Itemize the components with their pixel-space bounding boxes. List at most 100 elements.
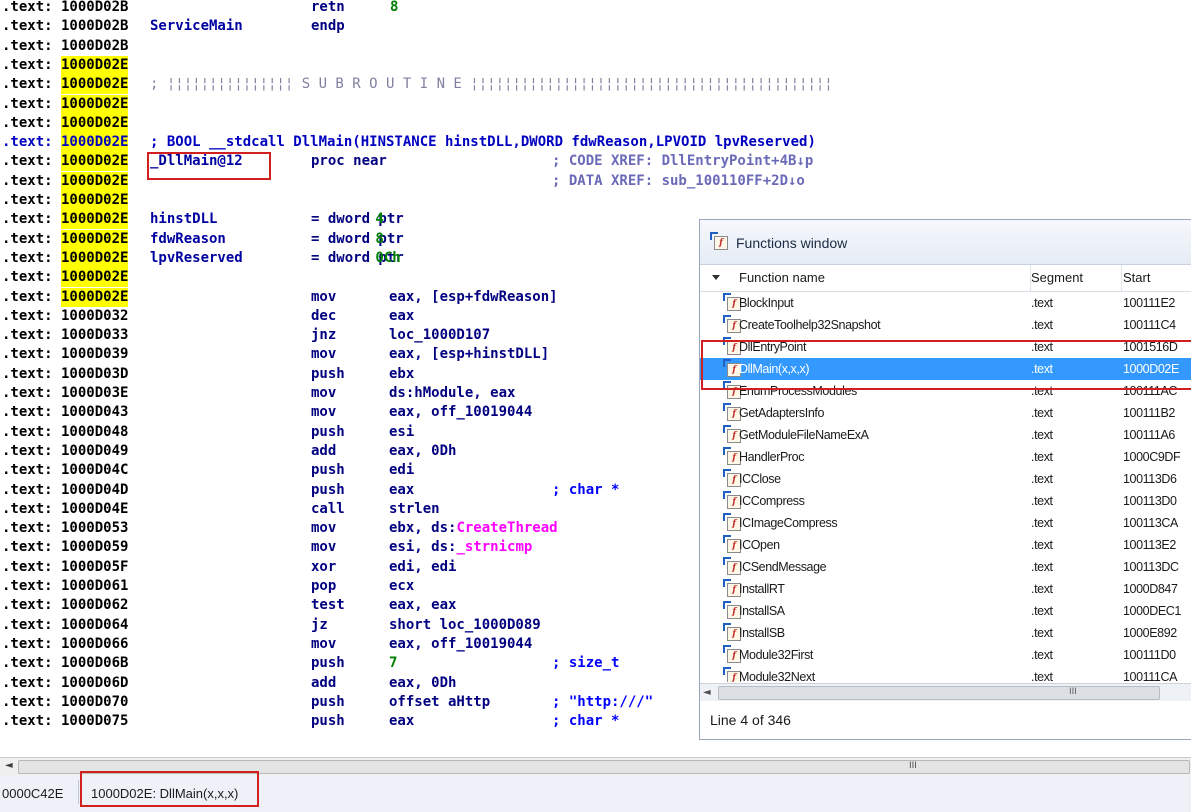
scroll-left-icon[interactable]: ◄	[703, 687, 711, 698]
function-row[interactable]: f ICClose .text 100113D6	[700, 468, 1191, 490]
address: 1000D05F	[61, 558, 129, 575]
line-count-text: Line 4 of 346	[710, 712, 791, 728]
mnemonic: endp	[311, 18, 345, 35]
function-row[interactable]: f BlockInput .text 100111E2	[700, 292, 1191, 314]
segment-prefix: .text:	[2, 616, 53, 633]
function-start: 100113E2	[1123, 538, 1176, 552]
segment-prefix: .text:	[2, 365, 53, 382]
function-row[interactable]: f HandlerProc .text 1000C9DF	[700, 446, 1191, 468]
operand-text: 4	[367, 211, 384, 228]
function-name: CreateToolhelp32Snapshot	[739, 318, 881, 332]
operand: eax, [esp+hinstDLL]	[389, 345, 549, 364]
column-header-start[interactable]: Start	[1122, 265, 1191, 291]
function-segment: .text	[1031, 318, 1053, 332]
highlight-box-dllmain-row	[701, 340, 1191, 390]
mnemonic: push	[311, 462, 345, 479]
operand: strlen	[389, 500, 440, 519]
function-icon: f	[710, 232, 728, 250]
mnemonic: push	[311, 693, 345, 710]
function-row[interactable]: f ICSendMessage .text 100113DC	[700, 556, 1191, 578]
segment-prefix: .text:	[2, 462, 53, 479]
function-name: ICClose	[739, 472, 781, 486]
function-start: 100113DC	[1123, 560, 1179, 574]
function-segment: .text	[1031, 494, 1053, 508]
segment-prefix: .text:	[2, 520, 53, 537]
operand: edi	[389, 461, 414, 480]
comment: ; char *	[552, 481, 620, 498]
function-row[interactable]: f InstallSB .text 1000E892	[700, 622, 1191, 644]
segment-prefix: .text:	[2, 269, 53, 286]
mnemonic: jz	[311, 616, 328, 633]
subroutine-separator: ; ¦¦¦¦¦¦¦¦¦¦¦¦¦¦¦ S U B R O U T I N E ¦¦…	[150, 76, 833, 93]
address: 1000D059	[61, 539, 129, 556]
address: 1000D02E	[61, 268, 129, 288]
mnemonic: = dword ptr	[311, 211, 404, 228]
comment: ; char *	[552, 713, 620, 730]
operand-text: ebx, ds:	[389, 520, 457, 537]
function-row[interactable]: f InstallSA .text 1000DEC1	[700, 600, 1191, 622]
function-name: ICSendMessage	[739, 560, 827, 574]
address: 1000D039	[61, 346, 129, 363]
segment-prefix: .text:	[2, 635, 53, 652]
operand-text: esi, ds:	[389, 539, 457, 556]
functions-window-titlebar[interactable]: f Functions window	[700, 220, 1191, 265]
function-row[interactable]: f GetAdaptersInfo .text 100111B2	[700, 402, 1191, 424]
functions-window[interactable]: f Functions window Function name Segment…	[699, 219, 1191, 740]
segment-prefix: .text:	[2, 597, 53, 614]
functions-horizontal-scrollbar[interactable]: ◄ III	[700, 683, 1191, 701]
operand-text: eax, [esp+fdwReason]	[389, 288, 558, 305]
operand-text: eax	[389, 713, 415, 730]
function-row[interactable]: f ICOpen .text 100113E2	[700, 534, 1191, 556]
function-segment: .text	[1031, 648, 1053, 662]
address: 1000D02E	[61, 171, 129, 191]
address: 1000D02B	[61, 0, 129, 15]
segment-prefix: .text:	[2, 0, 53, 15]
mnemonic: mov	[311, 385, 337, 401]
mnemonic: mov	[311, 520, 337, 537]
function-start: 100111D0	[1123, 648, 1176, 662]
column-header-segment[interactable]: Segment	[1031, 265, 1122, 291]
operand-text: eax, off_10019044	[389, 404, 533, 421]
function-name: ICCompress	[739, 494, 805, 508]
function-row[interactable]: f ICCompress .text 100113D0	[700, 490, 1191, 512]
segment-prefix: .text:	[2, 95, 53, 112]
operand-text: eax, [esp+hinstDLL]	[389, 346, 550, 363]
address: 1000D043	[61, 404, 129, 421]
segment-prefix: .text:	[2, 172, 53, 189]
function-name: HandlerProc	[739, 450, 805, 464]
segment-prefix: .text:	[2, 18, 53, 35]
operand-text: eax, eax	[389, 597, 457, 614]
operand-text: eax, 0Dh	[389, 674, 457, 691]
mnemonic: dec	[311, 307, 337, 324]
address: 1000D02E	[61, 94, 129, 114]
function-row[interactable]: f InstallRT .text 1000D847	[700, 578, 1191, 600]
segment-prefix: .text:	[2, 481, 53, 498]
function-row[interactable]: f GetModuleFileNameExA .text 100111A6	[700, 424, 1191, 446]
function-row[interactable]: f Module32First .text 100111D0	[700, 644, 1191, 666]
segment-prefix: .text:	[2, 423, 53, 440]
operand-text: ecx	[389, 578, 415, 594]
segment-prefix: .text:	[2, 288, 53, 305]
operand: 4	[367, 210, 384, 229]
operand-text: ebx	[389, 365, 415, 382]
scroll-left-icon[interactable]: ◄	[5, 760, 13, 771]
segment-prefix: .text:	[2, 385, 53, 401]
function-name: InstallRT	[739, 582, 785, 596]
mnemonic: mov	[311, 288, 337, 305]
address: 1000D02E	[61, 55, 129, 75]
function-segment: .text	[1031, 582, 1053, 596]
function-row[interactable]: f CreateToolhelp32Snapshot .text 100111C4	[700, 314, 1191, 336]
function-row[interactable]: f ICImageCompress .text 100113CA	[700, 512, 1191, 534]
mnemonic: proc near	[311, 153, 387, 170]
scroll-thumb[interactable]: III	[718, 686, 1160, 700]
address: 1000D049	[61, 442, 129, 459]
function-row[interactable]: f Module32Next .text 100111CA	[700, 666, 1191, 682]
mnemonic: push	[311, 481, 345, 498]
function-name: GetModuleFileNameExA	[739, 428, 869, 442]
column-header-function-name[interactable]: Function name	[700, 265, 1031, 291]
mnemonic: retn	[311, 0, 345, 15]
operand-text: 7	[389, 655, 398, 672]
mnemonic: mov	[311, 404, 337, 421]
function-start: 100111A6	[1123, 428, 1175, 442]
function-segment: .text	[1031, 626, 1053, 640]
